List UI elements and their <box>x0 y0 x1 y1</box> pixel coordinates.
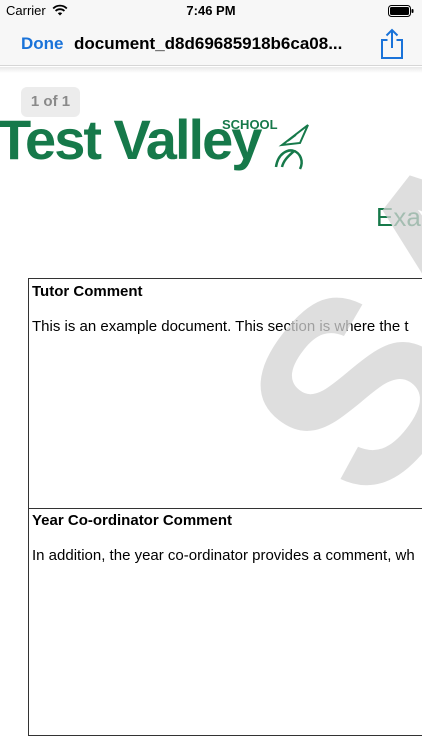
document-heading: Exa <box>376 202 421 232</box>
clock: 7:46 PM <box>186 3 236 18</box>
page-indicator: 1 of 1 <box>21 87 80 117</box>
tutor-comment-title: Tutor Comment <box>32 283 143 300</box>
done-button[interactable]: Done <box>21 34 64 54</box>
dove-logo-icon <box>274 124 309 170</box>
share-icon[interactable] <box>378 28 406 60</box>
tutor-comment-body: This is an example document. This sectio… <box>32 318 409 335</box>
status-bar: Carrier 7:46 PM <box>0 0 422 22</box>
table-divider <box>29 508 422 509</box>
document-title: document_d8d69685918b6ca08... <box>74 34 343 53</box>
page-shadow <box>0 67 422 73</box>
battery-icon <box>388 5 414 17</box>
navigation-bar: Done document_d8d69685918b6ca08... <box>0 22 422 66</box>
year-coordinator-comment-title: Year Co-ordinator Comment <box>32 512 233 529</box>
comments-table: Tutor Comment This is an example documen… <box>28 278 422 736</box>
document-viewer[interactable]: Test Valley SCHOOL 1 of 1 Exa Tutor Comm… <box>0 67 422 750</box>
year-coordinator-comment-body: In addition, the year co-ordinator provi… <box>32 547 415 564</box>
